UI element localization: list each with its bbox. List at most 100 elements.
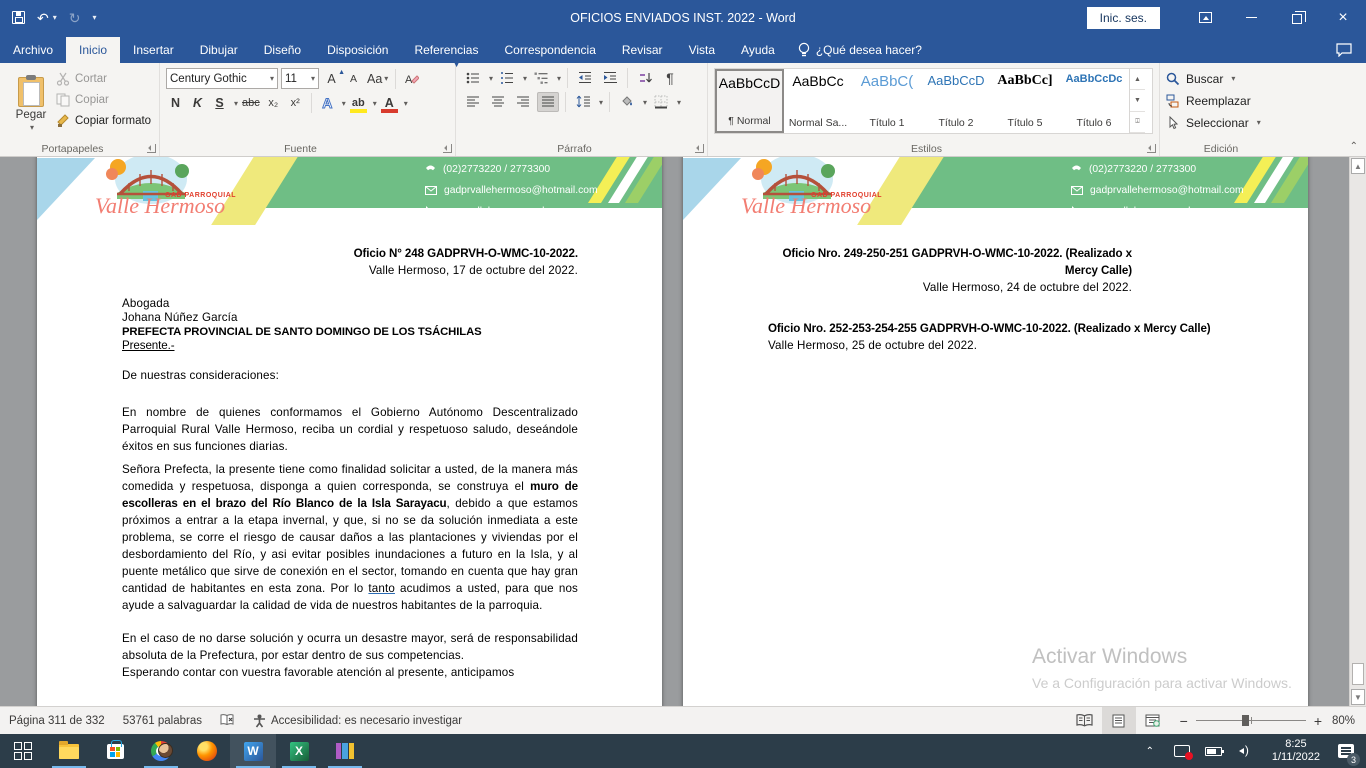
- align-right-button[interactable]: [512, 92, 534, 112]
- addressee-block[interactable]: Abogada Johana Núñez García PREFECTA PRO…: [122, 297, 578, 353]
- font-color-button[interactable]: A: [380, 93, 399, 113]
- start-button[interactable]: [0, 734, 46, 768]
- tab-dibujar[interactable]: Dibujar: [187, 37, 251, 63]
- paragraph-1[interactable]: En nombre de quienes conformamos el Gobi…: [122, 404, 578, 455]
- styles-scroll-up-icon[interactable]: ▲: [1130, 69, 1145, 90]
- shrink-font-button[interactable]: A▼: [344, 69, 363, 89]
- document-area[interactable]: Valle Hermoso GAD PARROQUIAL (02)2773220…: [0, 157, 1366, 706]
- taskbar-microsoft-store[interactable]: [92, 734, 138, 768]
- scroll-up-icon[interactable]: ▲: [1351, 158, 1365, 174]
- accessibility-status[interactable]: Accesibilidad: es necesario investigar: [244, 707, 471, 734]
- zoom-slider[interactable]: [1196, 720, 1306, 721]
- tray-volume-icon[interactable]: [1232, 734, 1260, 768]
- tray-display-capture-icon[interactable]: [1168, 734, 1196, 768]
- increase-indent-button[interactable]: [599, 68, 621, 88]
- save-icon[interactable]: [12, 11, 25, 24]
- oficio-252-block[interactable]: Oficio Nro. 252-253-254-255 GADPRVH-O-WM…: [768, 320, 1224, 354]
- style-titulo-5[interactable]: AaBbCc]Título 5: [991, 69, 1060, 133]
- grow-font-button[interactable]: A▲: [322, 69, 341, 89]
- tab-revisar[interactable]: Revisar: [609, 37, 676, 63]
- underline-button[interactable]: S: [210, 93, 229, 113]
- tab-vista[interactable]: Vista: [676, 37, 728, 63]
- undo-dropdown-icon[interactable]: ▾: [53, 13, 57, 22]
- shading-dropdown-icon[interactable]: ▾: [643, 98, 647, 107]
- style-normal-sangria[interactable]: AaBbCcNormal Sa...: [784, 69, 853, 133]
- styles-more-icon[interactable]: ⍗: [1130, 112, 1145, 133]
- tab-diseno[interactable]: Diseño: [251, 37, 314, 63]
- style-titulo-1[interactable]: AaBbC(Título 1: [853, 69, 922, 133]
- proofing-status[interactable]: [211, 707, 244, 734]
- sign-in-button[interactable]: Inic. ses.: [1087, 7, 1160, 29]
- tell-me-box[interactable]: ¿Qué desea hacer?: [798, 37, 922, 63]
- tab-correspondencia[interactable]: Correspondencia: [491, 37, 608, 63]
- style-titulo-2[interactable]: AaBbCcDTítulo 2: [922, 69, 991, 133]
- tab-insertar[interactable]: Insertar: [120, 37, 187, 63]
- page-number-indicator[interactable]: Página 311 de 332: [0, 707, 114, 734]
- document-body-left[interactable]: Oficio N° 248 GADPRVH-O-WMC-10-2022. Val…: [37, 245, 662, 681]
- paste-dropdown-icon[interactable]: ▾: [30, 123, 34, 132]
- find-button[interactable]: Buscar▾: [1166, 69, 1276, 88]
- undo-icon[interactable]: ↶: [37, 11, 49, 25]
- subscript-button[interactable]: x₂: [264, 93, 283, 113]
- format-painter-button[interactable]: Copiar formato: [56, 112, 151, 130]
- paragraph-3[interactable]: En el caso de no darse solución y ocurra…: [122, 630, 578, 664]
- web-layout-button[interactable]: [1136, 707, 1170, 734]
- numbering-dropdown-icon[interactable]: ▾: [523, 74, 527, 83]
- borders-dropdown-icon[interactable]: ▾: [677, 98, 681, 107]
- justify-button[interactable]: [537, 92, 559, 112]
- borders-button[interactable]: [650, 92, 672, 112]
- underline-dropdown-icon[interactable]: ▾: [234, 99, 238, 108]
- styles-scroll-down-icon[interactable]: ▼: [1130, 90, 1145, 111]
- taskbar-winrar[interactable]: [322, 734, 368, 768]
- action-center-button[interactable]: 3: [1332, 734, 1360, 768]
- superscript-button[interactable]: x²: [286, 93, 305, 113]
- restore-button[interactable]: [1274, 0, 1320, 35]
- tab-disposicion[interactable]: Disposición: [314, 37, 401, 63]
- tab-ayuda[interactable]: Ayuda: [728, 37, 788, 63]
- zoom-in-icon[interactable]: +: [1314, 713, 1322, 729]
- show-marks-button[interactable]: ¶: [659, 68, 681, 88]
- read-mode-button[interactable]: [1068, 707, 1102, 734]
- salutation[interactable]: De nuestras consideraciones:: [122, 367, 578, 384]
- align-left-button[interactable]: [462, 92, 484, 112]
- scrollbar-thumb[interactable]: [1352, 663, 1364, 685]
- paste-button[interactable]: Pegar ▾: [6, 68, 56, 139]
- numbering-button[interactable]: [496, 68, 518, 88]
- document-page-right[interactable]: Valle Hermoso GAD PARROQUIAL (02)2773220…: [683, 157, 1308, 706]
- close-button[interactable]: ×: [1320, 0, 1366, 35]
- ribbon-display-options-button[interactable]: [1182, 0, 1228, 35]
- paragraph-dialog-launcher[interactable]: [695, 144, 704, 153]
- oficio-heading[interactable]: Oficio N° 248 GADPRVH-O-WMC-10-2022. Val…: [122, 245, 578, 279]
- select-button[interactable]: Seleccionar▾: [1166, 113, 1276, 132]
- decrease-indent-button[interactable]: [574, 68, 596, 88]
- line-spacing-dropdown-icon[interactable]: ▾: [599, 98, 603, 107]
- vertical-scrollbar[interactable]: ▲ ▼: [1349, 157, 1366, 706]
- style-normal[interactable]: AaBbCcD¶ Normal: [715, 69, 784, 133]
- text-effects-button[interactable]: A: [318, 93, 337, 113]
- shading-button[interactable]: [616, 92, 638, 112]
- text-effects-dropdown-icon[interactable]: ▾: [342, 99, 346, 108]
- font-size-combobox[interactable]: 11▾: [281, 68, 319, 89]
- styles-dialog-launcher[interactable]: [1147, 144, 1156, 153]
- font-color-dropdown-icon[interactable]: ▾: [404, 99, 408, 108]
- align-center-button[interactable]: [487, 92, 509, 112]
- tab-archivo[interactable]: Archivo: [0, 37, 66, 63]
- taskbar-clock[interactable]: 8:25 1/11/2022: [1264, 738, 1328, 764]
- font-name-combobox[interactable]: Century Gothic▾: [166, 68, 278, 89]
- document-page-left[interactable]: Valle Hermoso GAD PARROQUIAL (02)2773220…: [37, 157, 662, 706]
- taskbar-chrome[interactable]: [138, 734, 184, 768]
- customize-qat-icon[interactable]: ▾: [92, 13, 96, 22]
- taskbar-word[interactable]: W: [230, 734, 276, 768]
- tab-referencias[interactable]: Referencias: [401, 37, 491, 63]
- paragraph-4-partial[interactable]: Esperando contar con vuestra favorable a…: [122, 664, 578, 681]
- tray-expand-icon[interactable]: ⌃: [1136, 734, 1164, 768]
- taskbar-firefox[interactable]: [184, 734, 230, 768]
- multilevel-dropdown-icon[interactable]: ▾: [557, 74, 561, 83]
- taskbar-excel[interactable]: X: [276, 734, 322, 768]
- oficio-249-block[interactable]: Oficio Nro. 249-250-251 GADPRVH-O-WMC-10…: [768, 245, 1224, 296]
- word-count-indicator[interactable]: 53761 palabras: [114, 707, 211, 734]
- tab-inicio[interactable]: Inicio: [66, 37, 120, 63]
- sort-button[interactable]: [634, 68, 656, 88]
- replace-button[interactable]: Reemplazar: [1166, 91, 1276, 110]
- italic-button[interactable]: K: [188, 93, 207, 113]
